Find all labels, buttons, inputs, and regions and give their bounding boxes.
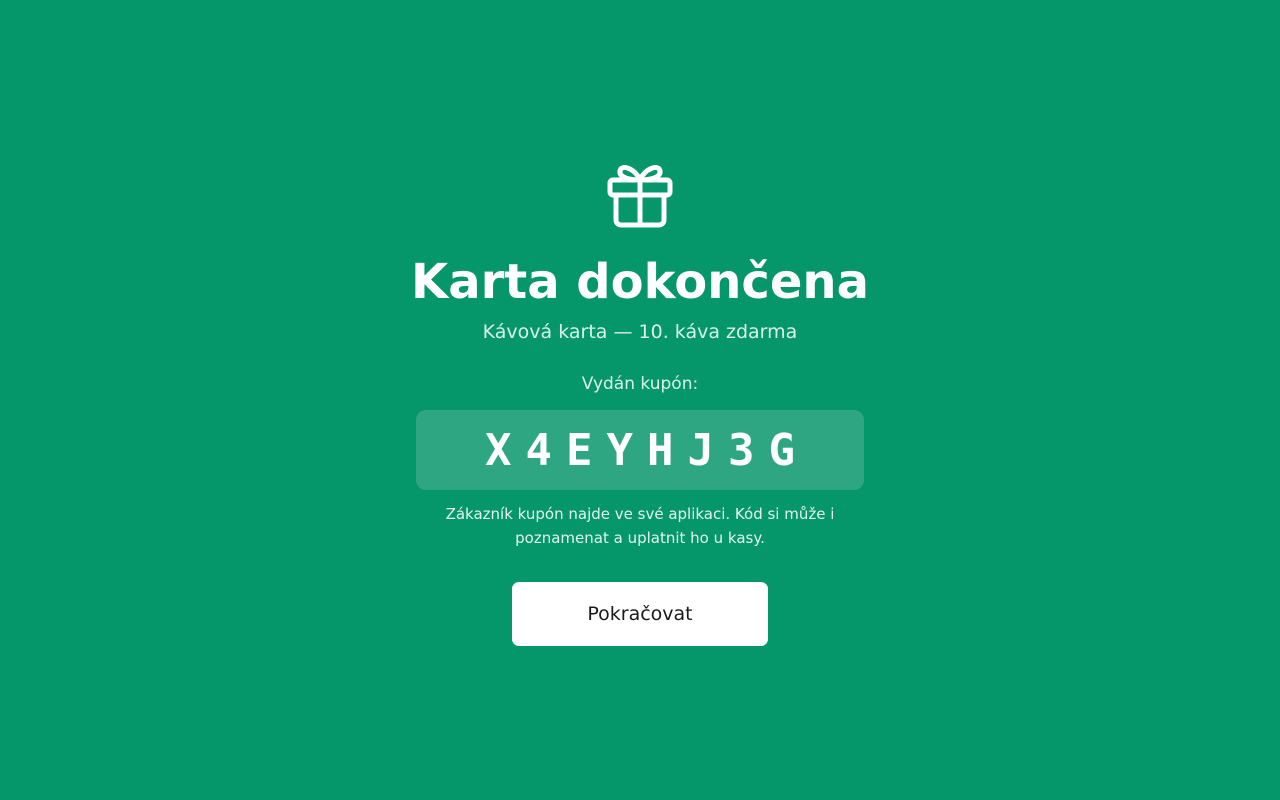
gift-icon	[607, 165, 673, 228]
page-title: Karta dokončena	[411, 254, 869, 310]
coupon-code: X4EYHJ3G	[485, 424, 809, 476]
continue-button[interactable]: Pokračovat	[512, 582, 768, 646]
coupon-label: Vydán kupón:	[581, 374, 699, 394]
card-subtitle: Kávová karta — 10. káva zdarma	[482, 321, 798, 343]
coupon-code-box: X4EYHJ3G	[416, 410, 864, 490]
completion-screen: Karta dokončena Kávová karta — 10. káva …	[0, 0, 1280, 800]
coupon-hint: Zákazník kupón najde ve své aplikaci. Kó…	[445, 505, 835, 547]
